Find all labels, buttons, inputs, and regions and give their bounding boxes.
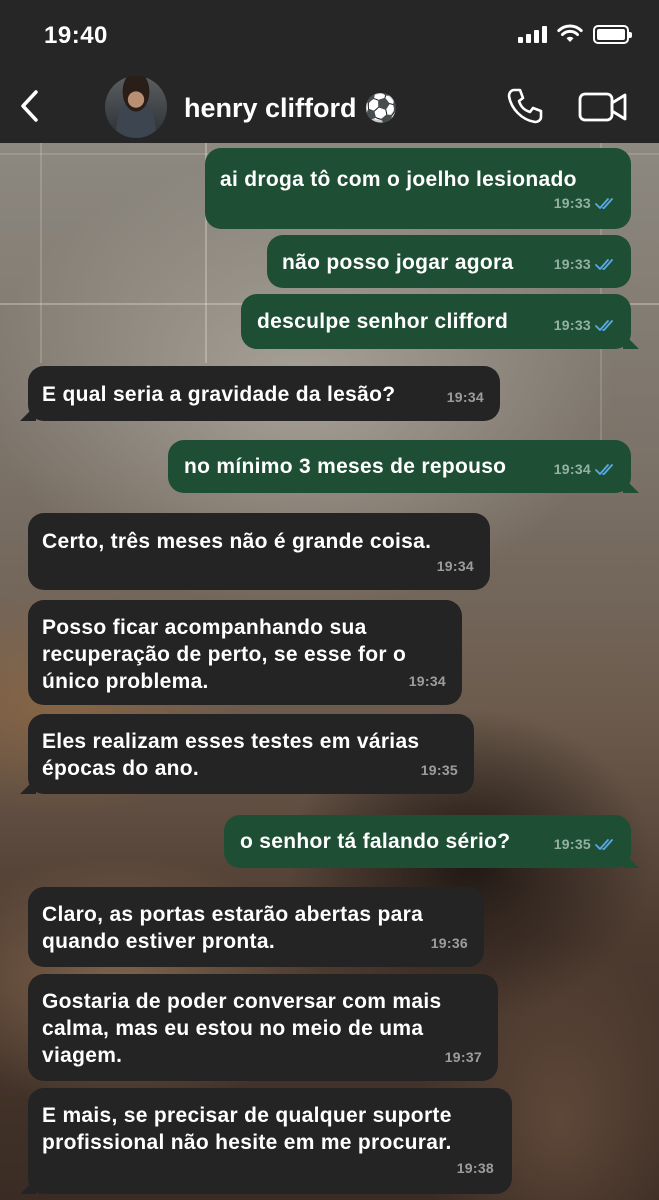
outgoing-message[interactable]: o senhor tá falando sério? 19:35: [224, 815, 639, 868]
chevron-left-icon: [21, 90, 38, 122]
back-button[interactable]: [12, 86, 46, 126]
incoming-message[interactable]: Posso ficar acompanhando sua recuperação…: [28, 600, 462, 705]
message-meta: 19:33: [554, 251, 617, 278]
message-meta: 19:35: [554, 831, 617, 858]
incoming-message[interactable]: E mais, se precisar de qualquer suporte …: [20, 1088, 512, 1194]
message-time: 19:38: [456, 1160, 494, 1176]
voice-call-button[interactable]: [505, 86, 545, 126]
message-text: o senhor tá falando sério?: [240, 830, 511, 853]
incoming-message[interactable]: Claro, as portas estarão abertas para qu…: [28, 887, 484, 967]
message-meta: 19:35: [421, 757, 458, 784]
battery-icon: [593, 24, 632, 44]
message-text: Posso ficar acompanhando sua recuperação…: [42, 616, 407, 693]
read-double-check-icon: [595, 463, 613, 475]
video-call-button[interactable]: [578, 90, 628, 124]
bubble-tail: [20, 405, 36, 421]
message-text: E qual seria a gravidade da lesão?: [42, 383, 396, 406]
message-time: 19:35: [420, 762, 458, 778]
read-double-check-icon: [595, 197, 613, 209]
message-meta: 19:33: [554, 190, 617, 217]
outgoing-message[interactable]: no mínimo 3 meses de repouso 19:34: [168, 440, 639, 493]
message-list[interactable]: ai droga tô com o joelho lesionado 19:33…: [0, 143, 659, 1200]
incoming-message[interactable]: E qual seria a gravidade da lesão? 19:34: [20, 366, 500, 421]
message-time: 19:37: [444, 1049, 482, 1065]
contact-name[interactable]: henry clifford ⚽: [184, 92, 398, 124]
message-time: 19:35: [553, 836, 591, 852]
message-time: 19:34: [408, 673, 446, 689]
message-meta: 19:36: [431, 930, 468, 957]
contact-avatar[interactable]: [105, 76, 167, 138]
message-time: 19:33: [553, 317, 591, 333]
incoming-message[interactable]: Certo, três meses não é grande coisa. 19…: [28, 513, 490, 590]
message-time: 19:36: [430, 935, 468, 951]
incoming-message[interactable]: Gostaria de poder conversar com mais cal…: [28, 974, 498, 1081]
message-meta: 19:34: [437, 553, 474, 580]
bubble-tail: [623, 852, 639, 868]
bubble-tail: [623, 477, 639, 493]
message-time: 19:33: [553, 195, 591, 211]
message-time: 19:34: [446, 389, 484, 405]
cellular-signal-icon: [518, 25, 547, 43]
message-meta: 19:34: [554, 456, 617, 483]
outgoing-message[interactable]: ai droga tô com o joelho lesionado 19:33: [205, 148, 631, 229]
message-meta: 19:38: [457, 1155, 494, 1182]
wifi-icon: [557, 24, 583, 42]
bubble-tail: [20, 1178, 36, 1194]
message-meta: 19:34: [447, 384, 484, 411]
status-time: 19:40: [44, 22, 108, 49]
message-text: desculpe senhor clifford: [257, 310, 509, 333]
message-time: 19:34: [436, 558, 474, 574]
message-meta: 19:34: [409, 668, 446, 695]
message-text: Claro, as portas estarão abertas para qu…: [42, 903, 424, 953]
status-icons: [518, 24, 632, 44]
phone-icon: [507, 88, 543, 124]
message-text: Eles realizam esses testes em várias épo…: [42, 730, 420, 780]
read-double-check-icon: [595, 319, 613, 331]
message-text: Gostaria de poder conversar com mais cal…: [42, 990, 442, 1067]
message-text: Certo, três meses não é grande coisa.: [42, 530, 432, 553]
outgoing-message[interactable]: não posso jogar agora 19:33: [267, 235, 631, 288]
video-camera-icon: [578, 92, 627, 122]
message-text: ai droga tô com o joelho lesionado: [220, 168, 577, 191]
message-time: 19:33: [553, 256, 591, 272]
bubble-tail: [623, 333, 639, 349]
message-text: não posso jogar agora: [282, 251, 514, 274]
read-double-check-icon: [595, 258, 613, 270]
message-time: 19:34: [553, 461, 591, 477]
message-text: E mais, se precisar de qualquer suporte …: [42, 1104, 452, 1154]
bubble-tail: [20, 778, 36, 794]
outgoing-message[interactable]: desculpe senhor clifford 19:33: [241, 294, 639, 349]
message-meta: 19:33: [554, 312, 617, 339]
incoming-message[interactable]: Eles realizam esses testes em várias épo…: [20, 714, 474, 794]
message-text: no mínimo 3 meses de repouso: [184, 455, 507, 478]
top-bar: 19:40 henry clifford ⚽: [0, 0, 659, 143]
read-double-check-icon: [595, 838, 613, 850]
message-meta: 19:37: [445, 1044, 482, 1071]
